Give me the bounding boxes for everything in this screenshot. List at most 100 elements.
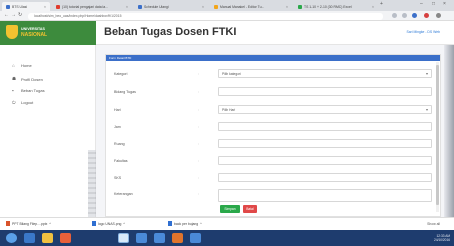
hari-select[interactable]: Pilih Hari [218, 105, 432, 114]
form-panel: Form Detail BTD Kategori : Pilih kategor… [105, 54, 441, 217]
logo-text: UNIVERSITAS [21, 27, 45, 31]
download-item[interactable]: PPT Bilang Filep....pptx ^ [6, 221, 51, 226]
close-icon[interactable]: × [372, 5, 374, 9]
menu-icon[interactable] [436, 13, 441, 18]
close-icon[interactable]: × [286, 5, 288, 9]
system-tray[interactable]: 12:33 AM 24/10/2016 [434, 234, 450, 242]
new-tab-icon[interactable]: + [380, 1, 383, 7]
field-separator: : [198, 72, 199, 76]
back-icon[interactable]: ← [4, 12, 9, 18]
browser-toolbar: ← → ↻ localhost/sim_beo_uas/index.php/Ho… [0, 11, 454, 21]
reload-icon[interactable]: ↻ [18, 12, 22, 18]
folder-icon[interactable] [42, 233, 53, 243]
field-label: Jam [114, 125, 121, 129]
fakultas-input[interactable] [218, 156, 432, 165]
chevron-up-icon[interactable]: ^ [49, 222, 51, 226]
extension-icon[interactable] [412, 13, 417, 18]
field-label: Hari [114, 108, 121, 112]
close-icon[interactable]: × [126, 5, 128, 9]
show-all-downloads-link[interactable]: Show all [427, 222, 440, 226]
app-icon[interactable] [190, 233, 201, 243]
monitor-glare [88, 150, 96, 217]
browser-tab[interactable]: Manual Manakel - Editor Tu... × [210, 2, 292, 11]
jam-input[interactable] [218, 122, 432, 131]
tab-title: Schedule Uiangi [144, 4, 169, 9]
sidebar-item-beban-tugas[interactable]: ▪ Beban Tugas [12, 88, 45, 93]
browser-tab[interactable]: TS 1-10 + 2-10 (30 RMC) Excel × [294, 2, 378, 11]
save-button[interactable]: Simpan [220, 205, 240, 213]
close-window-icon[interactable]: × [443, 1, 446, 7]
field-separator: : [198, 159, 199, 163]
cancel-button[interactable]: Batal [243, 205, 257, 213]
ie-icon[interactable] [24, 233, 35, 243]
book-icon: ▪ [12, 88, 14, 93]
browser-tab[interactable]: (10) tutorial pengajari data la... × [52, 2, 132, 11]
extension-icon[interactable] [402, 13, 407, 18]
logo-text: NASIONAL [21, 32, 48, 38]
windows-taskbar: 12:33 AM 24/10/2016 [0, 230, 454, 246]
media-icon[interactable] [60, 233, 71, 243]
browser-tab[interactable]: Schedule Uiangi × [134, 2, 208, 11]
close-icon[interactable]: × [202, 5, 204, 9]
minimize-icon[interactable]: – [420, 1, 423, 7]
bookmark-icon[interactable] [392, 13, 397, 18]
browser-tab[interactable]: BTS Ulasi × [2, 2, 50, 11]
chrome-icon[interactable] [118, 233, 129, 243]
download-name: back per bujang [174, 221, 199, 226]
chevron-up-icon[interactable]: ^ [123, 222, 125, 226]
file-icon [168, 221, 172, 226]
profile-icon[interactable] [424, 13, 429, 18]
keterangan-textarea[interactable] [218, 189, 432, 202]
ruang-input[interactable] [218, 139, 432, 148]
address-bar[interactable]: localhost/sim_beo_uas/index.php/Home/das… [28, 12, 383, 20]
tab-favicon-icon [56, 4, 60, 9]
field-separator: : [198, 90, 199, 94]
kategori-select[interactable]: Pilih kategori [218, 69, 432, 78]
download-item[interactable]: logo UNAS.png ^ [92, 221, 125, 226]
tab-favicon-icon [298, 4, 302, 9]
file-icon [92, 221, 96, 226]
file-icon [6, 221, 10, 226]
user-menu-link[interactable]: Sari Mingke - DS Web [407, 30, 440, 34]
downloads-bar: PPT Bilang Filep....pptx ^ logo UNAS.png… [0, 217, 454, 230]
sidebar-item-profil-dosen[interactable]: ☗ Profil Dosen [12, 76, 43, 82]
forward-icon[interactable]: → [11, 12, 16, 18]
clock-date: 24/10/2016 [434, 238, 450, 242]
field-separator: : [198, 142, 199, 146]
chevron-up-icon[interactable]: ^ [200, 222, 202, 226]
field-label: SKS [114, 176, 122, 180]
app-icon[interactable] [172, 233, 183, 243]
university-emblem-icon [6, 25, 18, 39]
sidebar-item-label: Logout [21, 100, 34, 105]
tab-title: TS 1-10 + 2-10 (30 RMC) Excel [304, 4, 352, 9]
download-name: logo UNAS.png [98, 221, 122, 226]
close-icon[interactable]: × [44, 5, 46, 9]
sks-input[interactable] [218, 173, 432, 182]
page-header: Beban Tugas Dosen FTKI Sari Mingke - DS … [96, 21, 454, 45]
sidebar-item-logout[interactable]: ⏻ Logout [12, 100, 33, 105]
home-icon: ⌂ [12, 63, 15, 68]
download-item[interactable]: back per bujang ^ [168, 221, 202, 226]
university-logo[interactable]: UNIVERSITAS NASIONAL [0, 21, 96, 45]
bidang-tugas-input[interactable] [218, 87, 432, 96]
tab-title: (10) tutorial pengajari data la... [62, 4, 108, 9]
sidebar-item-home[interactable]: ⌂ Home [12, 63, 32, 68]
form-panel-header: Form Detail BTD [106, 55, 440, 61]
tab-title: BTS Ulasi [12, 4, 28, 9]
maximize-icon[interactable]: □ [432, 1, 435, 7]
page-title: Beban Tugas Dosen FTKI [104, 26, 237, 38]
field-separator: : [198, 125, 199, 129]
browser-tab-strip: BTS Ulasi × (10) tutorial pengajari data… [0, 0, 454, 11]
tab-title: Manual Manakel - Editor Tu... [220, 4, 265, 9]
scrollbar-thumb[interactable] [436, 65, 439, 205]
app-icon[interactable] [154, 233, 165, 243]
field-separator: : [198, 108, 199, 112]
sidebar-item-label: Beban Tugas [21, 88, 45, 93]
download-name: PPT Bilang Filep....pptx [12, 221, 48, 226]
tab-favicon-icon [138, 4, 142, 9]
field-separator: : [198, 192, 199, 196]
sidebar: ⌂ Home ☗ Profil Dosen ▪ Beban Tugas ⏻ Lo… [0, 45, 96, 217]
app-icon[interactable] [136, 233, 147, 243]
start-icon[interactable] [6, 233, 17, 243]
sidebar-item-label: Home [21, 63, 32, 68]
